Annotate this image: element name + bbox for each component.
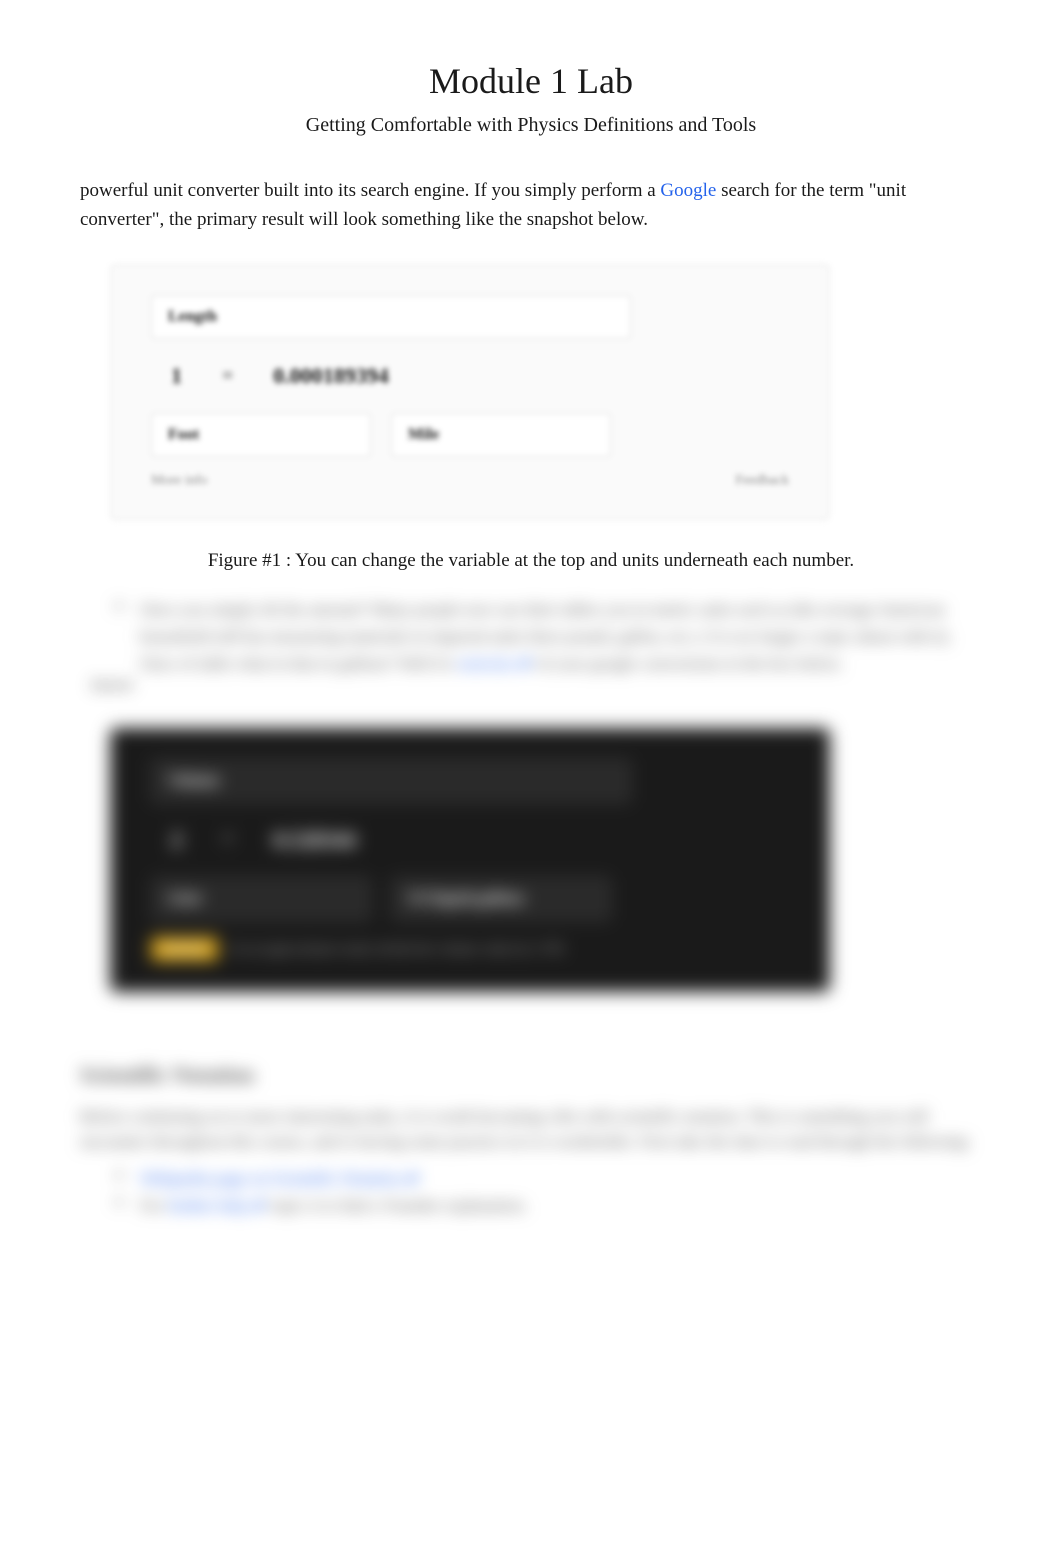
wikipedia-bullet: Wikipedia page on Scientific Notation ⬈ xyxy=(140,1165,982,1192)
further-help-link[interactable]: further help ⬈ xyxy=(168,1196,266,1215)
scientific-notation-header: Scientific Notation xyxy=(80,1062,982,1088)
figure-1-caption-text: : You can change the variable at the top… xyxy=(286,550,854,571)
equals-sign: = xyxy=(222,365,233,388)
exercise-bullet: Once you simply tilt the amount? Many pe… xyxy=(140,596,982,678)
dark-right-value: 0.528344 xyxy=(253,819,376,861)
bullet-text-after: of your google conversions in the box be… xyxy=(536,654,843,673)
exercise-link[interactable]: exercise ⬈ xyxy=(458,654,532,673)
more-info-link[interactable]: More info xyxy=(151,473,207,489)
figure-1-caption: Figure #1 : You can change the variable … xyxy=(80,550,982,572)
rating-badge: ★★★★ xyxy=(151,937,218,961)
intro-paragraph: powerful unit converter built into its s… xyxy=(80,177,982,234)
right-unit-select[interactable]: Mile xyxy=(391,413,611,457)
blurred-preview-section: Once you simply tilt the amount? Many pe… xyxy=(80,596,982,1219)
scientific-body: Before continuing on to more interesting… xyxy=(80,1104,982,1155)
item2-pre: For xyxy=(140,1196,168,1215)
dark-left-value[interactable]: 2 xyxy=(151,819,202,861)
unit-converter-light: Length 1 = 0.000189394 Foot Mile More in… xyxy=(110,264,830,520)
figure-1-container: Length 1 = 0.000189394 Foot Mile More in… xyxy=(80,254,982,530)
page-subtitle: Getting Comfortable with Physics Definit… xyxy=(80,114,982,137)
item2-post: topic it to find a Youtube explanation. xyxy=(270,1196,527,1215)
unit-converter-dark: Volume 2 = 0.528344 Liter US liquid gall… xyxy=(110,728,830,992)
google-link[interactable]: Google xyxy=(660,180,716,201)
dark-right-unit-select[interactable]: US liquid gallons xyxy=(391,877,611,921)
approval-text: As an approximate result, divide the vol… xyxy=(230,942,565,957)
further-help-bullet: For further help ⬈ topic it to find a Yo… xyxy=(140,1192,982,1219)
dark-category-select[interactable]: Volume xyxy=(151,759,631,803)
left-value[interactable]: 1 xyxy=(151,355,202,397)
figure-1-label: Figure #1 xyxy=(208,550,281,571)
category-select[interactable]: Length xyxy=(151,295,631,339)
right-value: 0.000189394 xyxy=(253,355,409,397)
figure-2-container: Volume 2 = 0.528344 Liter US liquid gall… xyxy=(80,714,982,1002)
dark-left-unit-select[interactable]: Liter xyxy=(151,877,371,921)
wikipedia-link[interactable]: Wikipedia page on Scientific Notation ⬈ xyxy=(140,1169,419,1188)
feedback-link[interactable]: Feedback xyxy=(735,473,789,489)
answer-label: Answer xyxy=(90,678,982,694)
left-unit-select[interactable]: Foot xyxy=(151,413,371,457)
intro-text-before: powerful unit converter built into its s… xyxy=(80,180,660,201)
dark-equals-sign: = xyxy=(222,828,233,851)
page-title: Module 1 Lab xyxy=(80,60,982,102)
